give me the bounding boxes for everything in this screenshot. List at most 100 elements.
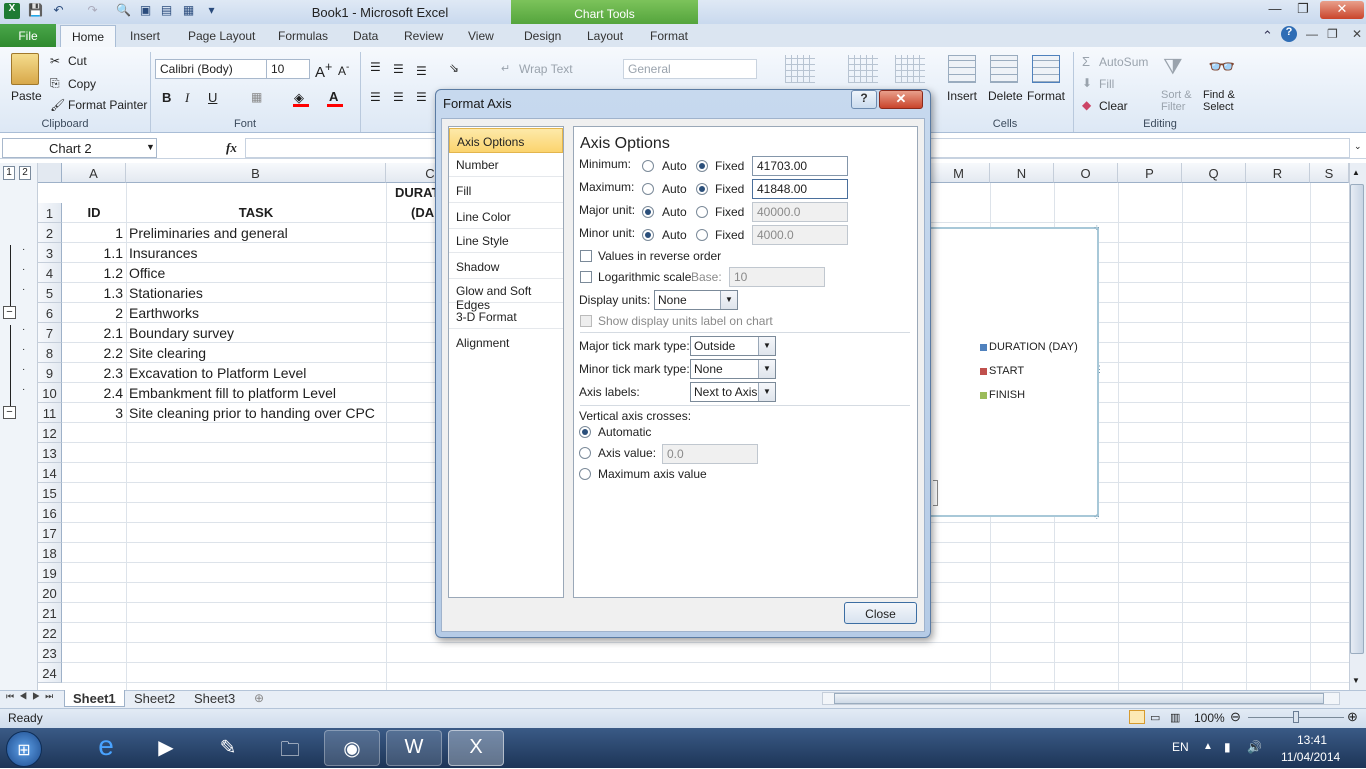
maximum-fixed-radio[interactable] <box>696 183 708 195</box>
chart-resize-handle[interactable]: ⁘ <box>1093 223 1101 234</box>
cell-id[interactable]: 1 <box>62 225 126 241</box>
clear-button[interactable]: Clear <box>1099 99 1128 113</box>
cell-id[interactable]: 2.4 <box>62 385 126 401</box>
expand-formula-bar-icon[interactable]: ⌄ <box>1354 141 1362 152</box>
cell-id[interactable]: 2 <box>62 305 126 321</box>
outline-level-1[interactable]: 1 <box>3 166 15 180</box>
axis-labels-dropdown-icon[interactable]: ▼ <box>758 383 775 401</box>
grow-font-icon[interactable]: A+ <box>315 60 332 81</box>
row-header[interactable]: 6 <box>38 303 62 323</box>
nav-fill[interactable]: Fill <box>449 178 563 203</box>
cell-id[interactable]: 1.3 <box>62 285 126 301</box>
delete-button[interactable]: Delete <box>988 89 1023 103</box>
row-header[interactable]: 14 <box>38 463 62 483</box>
font-color-icon[interactable]: A <box>329 89 338 104</box>
page-break-view-icon[interactable]: ▥ <box>1170 711 1180 724</box>
column-header-n[interactable]: N <box>990 163 1054 183</box>
minimize-icon[interactable]: — <box>1262 1 1288 19</box>
major-unit-fixed-radio[interactable] <box>696 206 708 218</box>
paste-button[interactable]: Paste <box>11 89 42 103</box>
cell-id[interactable]: 1.2 <box>62 265 126 281</box>
tab-formulas[interactable]: Formulas <box>278 29 328 43</box>
align-right-icon[interactable]: ☰ <box>416 90 427 104</box>
number-format-combo[interactable]: General <box>623 59 757 79</box>
font-name-combo[interactable]: Calibri (Body) <box>155 59 267 79</box>
paste-icon[interactable] <box>11 53 39 85</box>
page-layout-view-icon[interactable]: ▭ <box>1150 711 1160 724</box>
column-header-o[interactable]: O <box>1054 163 1118 183</box>
column-header-r[interactable]: R <box>1246 163 1310 183</box>
conditional-formatting-icon[interactable] <box>785 55 815 83</box>
row-header[interactable]: 11 <box>38 403 62 423</box>
internet-explorer-icon[interactable]: e <box>78 730 134 766</box>
column-header-p[interactable]: P <box>1118 163 1182 183</box>
tab-format[interactable]: Format <box>650 29 688 43</box>
volume-icon[interactable]: 🔊 <box>1247 740 1262 754</box>
name-box-dropdown-icon[interactable]: ▼ <box>146 142 155 152</box>
cell-task[interactable]: Boundary survey <box>129 325 234 341</box>
maximum-auto-radio[interactable] <box>642 183 654 195</box>
borders-icon[interactable]: ▦ <box>251 90 262 104</box>
minor-tick-dropdown-icon[interactable]: ▼ <box>758 360 775 378</box>
row-header[interactable]: 21 <box>38 603 62 623</box>
row-header[interactable]: 4 <box>38 263 62 283</box>
cell-task[interactable]: Preliminaries and general <box>129 225 288 241</box>
insert-button[interactable]: Insert <box>947 89 977 103</box>
align-top-icon[interactable]: ☰ <box>370 60 381 74</box>
chrome-icon[interactable]: ◉ <box>324 730 380 766</box>
orientation-icon[interactable]: ⇘ <box>449 61 459 75</box>
cell-id[interactable]: 2.3 <box>62 365 126 381</box>
row-header[interactable]: 9 <box>38 363 62 383</box>
minimize-ribbon-icon[interactable]: ⌃ <box>1262 28 1273 44</box>
collapse-group-icon[interactable]: − <box>3 306 16 319</box>
row-header[interactable]: 7 <box>38 323 62 343</box>
cell-id[interactable]: 2.2 <box>62 345 126 361</box>
select-all-corner[interactable] <box>38 163 62 183</box>
major-unit-value-input[interactable]: 40000.0 <box>752 202 848 222</box>
format-cells-icon[interactable] <box>1032 55 1060 83</box>
minimum-fixed-radio[interactable] <box>696 160 708 172</box>
log-scale-checkbox[interactable] <box>580 271 592 283</box>
collapse-group-icon[interactable]: − <box>3 406 16 419</box>
doc-restore-icon[interactable]: ❐ <box>1327 27 1338 41</box>
minimum-value-input[interactable]: 41703.00 <box>752 156 848 176</box>
tab-insert[interactable]: Insert <box>130 29 160 43</box>
file-explorer-icon[interactable]: 🗀 <box>262 730 318 766</box>
sheet-nav-icons[interactable]: ⏮◀▶⏭ <box>6 691 58 702</box>
scroll-down-icon[interactable]: ▼ <box>1352 676 1360 685</box>
cell-task[interactable]: Excavation to Platform Level <box>129 365 306 381</box>
close-button[interactable]: Close <box>844 602 917 624</box>
cell-id[interactable]: 2.1 <box>62 325 126 341</box>
row-header[interactable]: 8 <box>38 343 62 363</box>
automatic-radio[interactable] <box>579 426 591 438</box>
column-header-q[interactable]: Q <box>1182 163 1246 183</box>
align-left-icon[interactable]: ☰ <box>370 90 381 104</box>
nav-axis-options[interactable]: Axis Options <box>449 128 563 153</box>
zoom-level[interactable]: 100% <box>1194 711 1225 725</box>
show-hidden-icons[interactable]: ▲ <box>1203 741 1213 752</box>
outline-level-2[interactable]: 2 <box>19 166 31 180</box>
align-center-icon[interactable]: ☰ <box>393 90 404 104</box>
cell-task[interactable]: Site clearing <box>129 345 206 361</box>
dialog-close-icon[interactable]: ✕ <box>879 90 923 109</box>
tab-file[interactable]: File <box>0 24 56 47</box>
row-header[interactable]: 3 <box>38 243 62 263</box>
row-header[interactable]: 1 <box>38 203 62 223</box>
start-button-icon[interactable]: ⊞ <box>6 731 42 767</box>
nav-3d-format[interactable]: 3-D Format <box>449 304 563 329</box>
autosum-button[interactable]: AutoSum <box>1099 55 1148 69</box>
normal-view-icon[interactable] <box>1129 710 1145 724</box>
row-header[interactable]: 16 <box>38 503 62 523</box>
row-header[interactable]: 23 <box>38 643 62 663</box>
minimum-auto-radio[interactable] <box>642 160 654 172</box>
minor-unit-auto-radio[interactable] <box>642 229 654 241</box>
insert-cells-icon[interactable] <box>948 55 976 83</box>
row-header[interactable]: 15 <box>38 483 62 503</box>
major-tick-dropdown-icon[interactable]: ▼ <box>758 337 775 355</box>
axis-value-radio[interactable] <box>579 447 591 459</box>
maximum-value-input[interactable]: 41848.00 <box>752 179 848 199</box>
tab-home[interactable]: Home <box>60 25 116 48</box>
major-unit-auto-radio[interactable] <box>642 206 654 218</box>
column-header-m[interactable]: M <box>928 163 990 183</box>
format-button[interactable]: Format <box>1027 89 1065 103</box>
